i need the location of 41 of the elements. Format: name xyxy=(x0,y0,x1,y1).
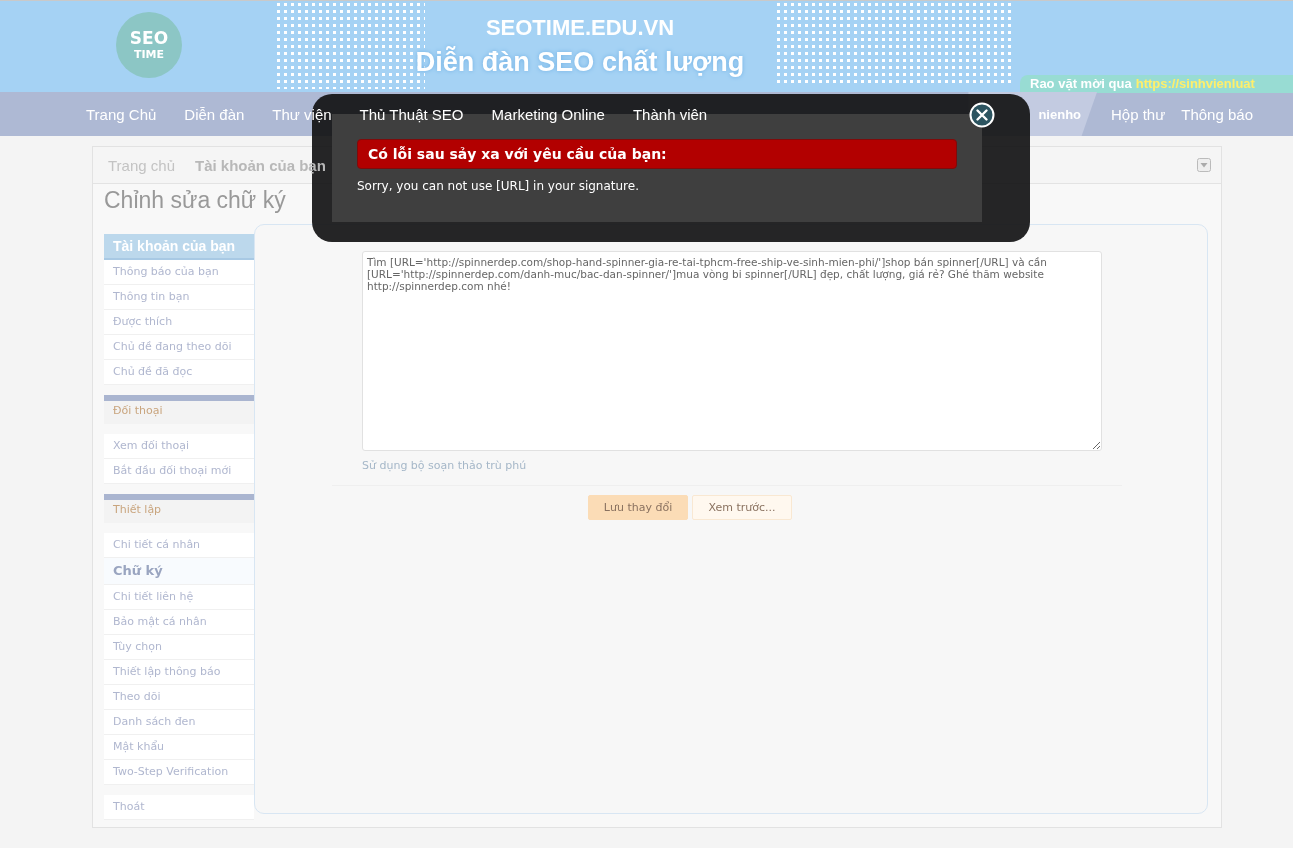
sidebar-item[interactable]: Theo dõi xyxy=(104,685,254,710)
page-title: Chỉnh sửa chữ ký xyxy=(104,186,286,214)
close-button[interactable] xyxy=(969,102,995,128)
nav-link[interactable]: Diễn đàn xyxy=(174,92,255,136)
sidebar-item[interactable]: Danh sách đen xyxy=(104,710,254,735)
sidebar-item[interactable]: Tùy chọn xyxy=(104,635,254,660)
nav-link[interactable]: Trang Chủ xyxy=(86,92,167,136)
sidebar-item[interactable]: Chi tiết liên hệ xyxy=(104,585,254,610)
ticker-link[interactable]: https://sinhvienluat xyxy=(1135,76,1255,91)
sidebar-item[interactable]: Bảo mật cá nhân xyxy=(104,610,254,635)
sidebar-item[interactable]: Xem đối thoại xyxy=(104,434,254,459)
sidebar-section-heading: Thiết lập xyxy=(104,494,254,523)
sidebar-item[interactable]: Được thích xyxy=(104,310,254,335)
sidebar-item[interactable]: Thông tin bạn xyxy=(104,285,254,310)
sidebar-item[interactable]: Chủ đề đang theo dõi xyxy=(104,335,254,360)
error-heading: Có lỗi sau sảy xa với yêu cầu của bạn: xyxy=(357,139,957,169)
site-logo[interactable]: SEO TIME xyxy=(116,12,182,78)
sidebar-item[interactable]: Chữ ký xyxy=(104,558,254,585)
site-tagline: Diễn đàn SEO chất lượng xyxy=(415,47,745,78)
site-title: SEOTIME.EDU.VN xyxy=(485,15,675,41)
sidebar-item[interactable]: Thoát xyxy=(104,795,254,820)
sidebar-item[interactable]: Thiết lập thông báo xyxy=(104,660,254,685)
sidebar-item[interactable]: Two-Step Verification xyxy=(104,760,254,785)
sidebar-item[interactable]: Chủ đề đã đọc xyxy=(104,360,254,385)
sidebar-item[interactable]: Thông báo của bạn xyxy=(104,260,254,285)
error-message: Sorry, you can not use [URL] in your signature. xyxy=(357,179,640,193)
sidebar-heading: Tài khoản của bạn xyxy=(104,234,254,260)
preview-button[interactable]: Xem trước... xyxy=(692,495,792,520)
sidebar-item[interactable]: Mật khẩu xyxy=(104,735,254,760)
ticker-text: Rao vặt mời qua xyxy=(1030,76,1132,91)
nav-link[interactable]: Thủ Thuật SEO xyxy=(349,92,474,136)
rich-editor-link[interactable]: Sử dụng bộ soạn thảo trù phú xyxy=(332,459,1122,486)
sidebar-item[interactable]: Chi tiết cá nhân xyxy=(104,533,254,558)
save-button[interactable]: Lưu thay đổi xyxy=(588,495,688,520)
nav-link[interactable]: Marketing Online xyxy=(481,92,615,136)
nav-link[interactable]: Hộp thư xyxy=(1103,92,1174,136)
signature-field[interactable]: Tìm [URL='http://spinnerdep.com/shop-hand-spinner-gia-re-tai-tphcm-free-ship-ve-sinh-mien-phi/']shop bán spinner[/URL] và cần [URL='http://spinnerdep.com/danh-muc/bac-dan-spinner/']mua vòng bi spinner[/URL] đẹp, chất lượng, giá rẻ? Ghé thăm website http://spinnerdep.com nhé! xyxy=(362,251,1102,451)
nav-link[interactable]: Thông báo xyxy=(1173,92,1261,136)
nav-link[interactable]: Thành viên xyxy=(622,92,718,136)
sidebar-section-heading: Đối thoại xyxy=(104,395,254,424)
sidebar-item[interactable]: Bắt đầu đối thoại mới xyxy=(104,459,254,484)
